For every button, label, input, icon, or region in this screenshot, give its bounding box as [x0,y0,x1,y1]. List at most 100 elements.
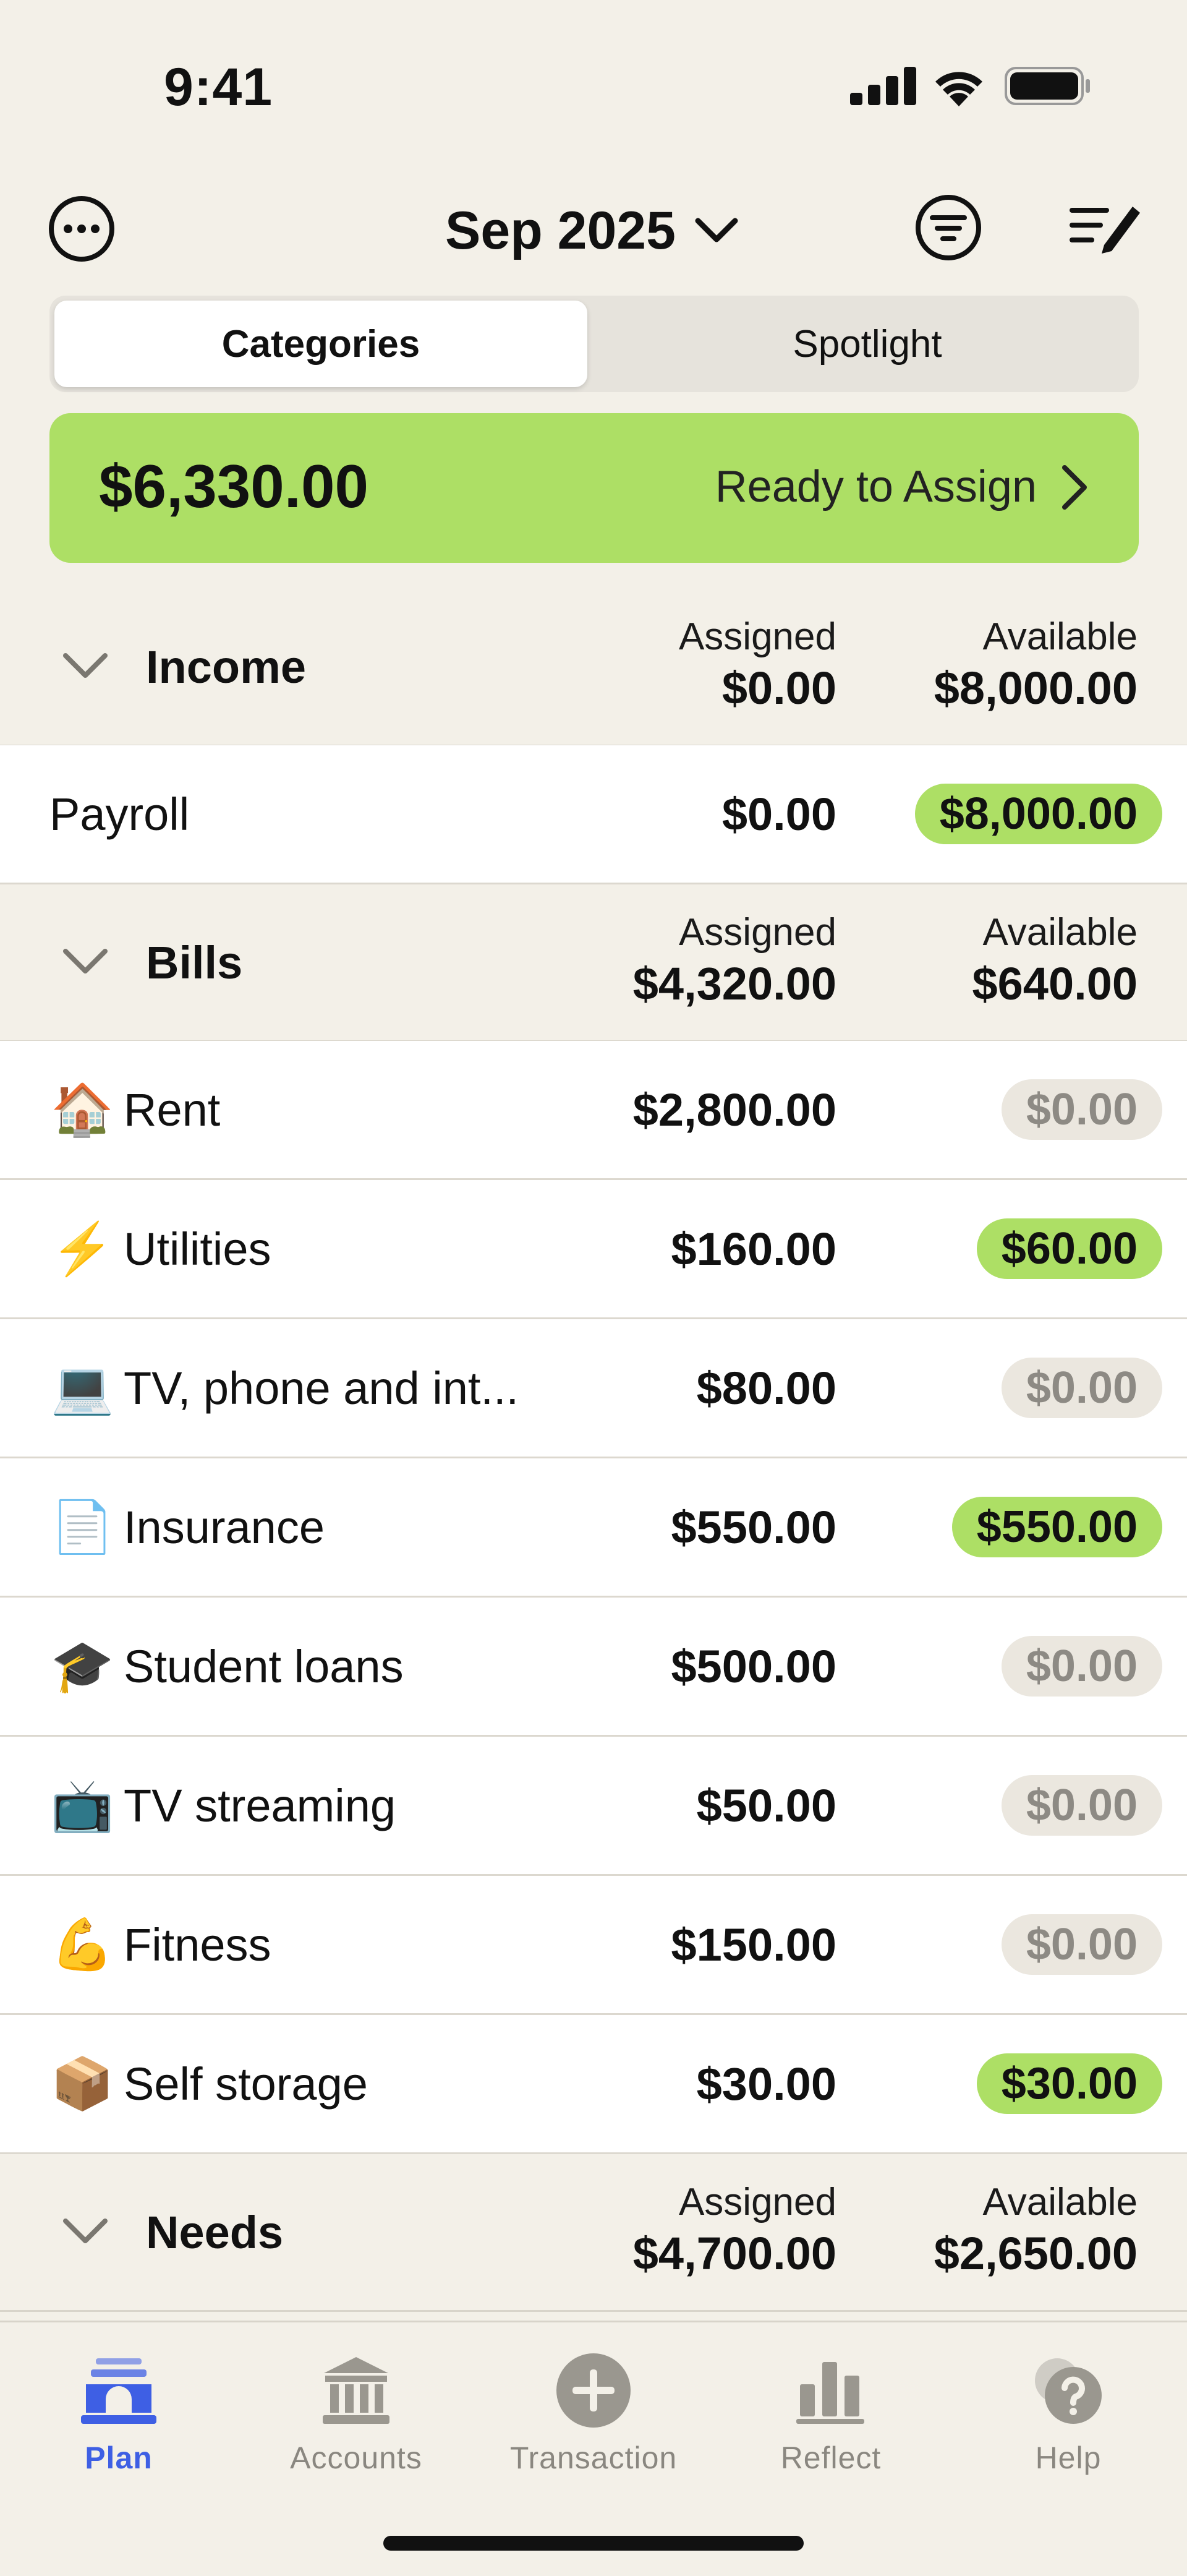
group-assigned: Assigned $4,700.00 [633,2178,836,2280]
category-row-tv-streaming[interactable]: 📺 TV streaming $50.00 $0.00 [0,1737,1187,1876]
category-name: TV, phone and int... [124,1362,519,1414]
home-indicator[interactable] [383,2536,804,2551]
television-icon: 📺 [51,1778,114,1834]
group-assigned: Assigned $0.00 [679,612,836,715]
more-options-icon [49,196,114,262]
category-assigned[interactable]: $160.00 [671,1180,837,1317]
budget-plan-screen: 9:41 Sep 2025 Categories Spotlight $6,33… [0,0,1187,2576]
ready-to-assign-amount: $6,330.00 [99,452,368,520]
category-row-payroll[interactable]: Payroll $0.00 $8,000.00 [0,745,1187,884]
category-name: TV streaming [124,1779,396,1831]
group-available: Available $640.00 [972,908,1138,1011]
category-group-income[interactable]: Income Assigned $0.00 Available $8,000.0… [0,589,1187,747]
assigned-total: $0.00 [721,662,836,714]
graduation-cap-icon: 🎓 [51,1638,114,1695]
plan-icon [81,2358,156,2424]
month-selector[interactable]: Sep 2025 [445,197,739,265]
category-group-bills[interactable]: Bills Assigned $4,320.00 Available $640.… [0,884,1187,1042]
category-assigned[interactable]: $500.00 [671,1598,837,1735]
category-assigned[interactable]: $550.00 [671,1458,837,1596]
available-total: $640.00 [972,958,1138,1009]
category-assigned[interactable]: $150.00 [671,1876,837,2013]
assigned-total: $4,320.00 [632,958,836,1009]
view-segmented-control: Categories Spotlight [49,296,1139,392]
collapse-chevron-icon [63,2219,108,2243]
battery-icon [1005,67,1090,105]
category-row-fitness[interactable]: 💪 Fitness $150.00 $0.00 [0,1876,1187,2015]
plus-circle-icon [556,2353,631,2428]
collapse-chevron-icon [63,653,108,678]
category-row-insurance[interactable]: 📄 Insurance $550.00 $550.00 [0,1458,1187,1598]
assigned-label: Assigned [678,2181,836,2223]
category-available-pill[interactable]: $0.00 [1001,1775,1162,1836]
category-available-pill[interactable]: $8,000.00 [914,784,1162,844]
category-assigned[interactable]: $50.00 [697,1737,836,1874]
bar-chart-icon [796,2362,864,2424]
category-available-pill[interactable]: $0.00 [1001,1358,1162,1418]
cellular-signal-icon [850,67,916,105]
available-label: Available [982,615,1138,658]
available-total: $2,650.00 [934,2228,1138,2279]
category-available-pill[interactable]: $550.00 [951,1497,1162,1557]
category-row-tv-phone-internet[interactable]: 💻 TV, phone and int... $80.00 $0.00 [0,1319,1187,1458]
category-row-rent[interactable]: 🏠 Rent $2,800.00 $0.00 [0,1041,1187,1180]
wifi-icon [935,72,982,106]
category-assigned[interactable]: $30.00 [697,2015,836,2152]
filter-button[interactable] [914,193,983,262]
category-assigned[interactable]: $80.00 [697,1319,836,1457]
filter-icon [916,195,981,260]
group-name: Needs [146,2206,284,2258]
category-available-pill[interactable]: $0.00 [1001,1636,1162,1697]
ready-to-assign-banner[interactable]: $6,330.00 Ready to Assign [49,413,1139,563]
status-bar: 9:41 [0,0,1187,161]
category-assigned[interactable]: $0.00 [722,745,836,883]
category-available-pill[interactable]: $60.00 [976,1218,1162,1279]
collapse-chevron-icon [63,949,108,973]
tab-reflect[interactable]: Reflect [712,2347,950,2476]
category-name: Fitness [124,1919,271,1971]
category-name: Utilities [124,1223,271,1275]
tab-help[interactable]: Help [950,2347,1187,2476]
category-row-utilities[interactable]: ⚡ Utilities $160.00 $60.00 [0,1180,1187,1319]
category-available-pill[interactable]: $0.00 [1001,1079,1162,1140]
bank-icon [323,2357,389,2424]
edit-plan-button[interactable] [1068,199,1142,255]
category-row-self-storage[interactable]: 📦 Self storage $30.00 $30.00 [0,2015,1187,2154]
category-group-needs[interactable]: Needs Assigned $4,700.00 Available $2,65… [0,2154,1187,2312]
tab-label: Plan [85,2441,153,2475]
edit-list-icon [1070,207,1140,254]
tab-label: Accounts [290,2441,422,2475]
more-options-button[interactable] [47,194,116,263]
assigned-label: Assigned [678,911,836,954]
group-available: Available $8,000.00 [934,612,1138,715]
category-name: Insurance [124,1501,325,1553]
tab-label: Transaction [509,2441,678,2475]
available-total: $8,000.00 [934,662,1138,714]
flexed-biceps-icon: 💪 [51,1917,114,1973]
category-name: Rent [124,1084,221,1136]
category-name: Payroll [49,788,190,840]
status-time: 9:41 [164,58,273,117]
available-label: Available [982,2181,1138,2223]
category-available-pill[interactable]: $0.00 [1001,1914,1162,1975]
group-name: Income [146,641,307,693]
help-bubble-icon [1035,2358,1102,2424]
tab-plan[interactable]: Plan [0,2347,237,2476]
group-assigned: Assigned $4,320.00 [633,908,836,1011]
package-icon: 📦 [51,2056,114,2112]
tab-accounts[interactable]: Accounts [237,2347,475,2476]
lightning-icon: ⚡ [51,1221,114,1277]
category-row-student-loans[interactable]: 🎓 Student loans $500.00 $0.00 [0,1598,1187,1737]
category-name: Self storage [124,2058,368,2110]
segment-categories[interactable]: Categories [54,301,587,387]
laptop-icon: 💻 [51,1360,114,1416]
segment-spotlight[interactable]: Spotlight [601,301,1134,387]
group-available: Available $2,650.00 [934,2178,1138,2280]
tab-transaction[interactable]: Transaction [475,2347,712,2476]
chevron-right-icon [1062,465,1087,510]
tab-label: Reflect [780,2441,882,2475]
category-available-pill[interactable]: $30.00 [976,2053,1162,2114]
ready-to-assign-label: Ready to Assign [715,462,1037,511]
group-name: Bills [146,936,243,988]
category-assigned[interactable]: $2,800.00 [633,1041,836,1178]
